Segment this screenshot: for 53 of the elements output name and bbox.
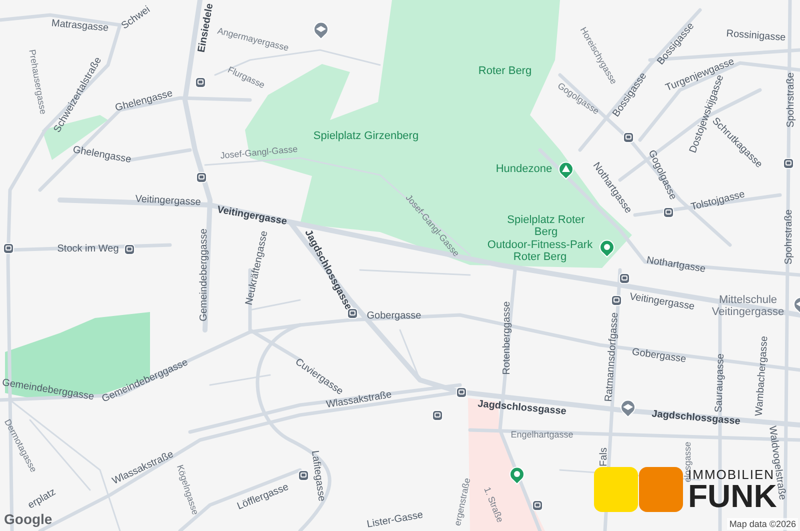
street-label: Josef-Gangl-Gasse (220, 142, 298, 163)
street-label: Einsiedele (195, 2, 217, 54)
street-label: Stock im Weg (57, 242, 119, 256)
place-label: Outdoor-Fitness-Park Roter Berg (486, 239, 594, 263)
place-label: Mittelschule Veitingergasse (710, 294, 786, 318)
place-label: Spielplatz Girzenberg (313, 130, 419, 142)
street-label: Nothartgasse (645, 254, 707, 278)
street-label: Jagdschlossgasse (477, 398, 567, 420)
school-pin-icon[interactable] (313, 21, 329, 40)
street-label: ergenstraße (451, 476, 474, 528)
place-label: Roter Berg (478, 65, 532, 77)
street-label: Fals (598, 448, 610, 466)
bus-stop-icon[interactable] (663, 207, 674, 218)
bus-stop-icon[interactable] (623, 132, 634, 143)
place-pin-icon[interactable] (509, 466, 525, 485)
google-logo: Google (4, 512, 52, 526)
attribution-text: Map data ©2026 (727, 518, 798, 530)
logo-square-icon (639, 467, 683, 512)
bus-stop-icon[interactable] (196, 172, 207, 183)
bus-stop-icon[interactable] (195, 77, 206, 88)
bus-stop-icon[interactable] (124, 244, 135, 255)
logo-square-icon (594, 467, 638, 512)
street-label: Rossinigasse (726, 27, 786, 46)
street-label: Lister-Gasse (366, 508, 424, 531)
place-pin-icon[interactable] (599, 239, 615, 258)
school-pin-icon[interactable] (620, 399, 636, 418)
bus-stop-icon[interactable] (611, 295, 622, 306)
street-label: Gobergasse (366, 310, 422, 324)
street-label: Engelhartgasse (510, 428, 574, 442)
bus-stop-icon[interactable] (298, 470, 309, 481)
street-label: Ratmannsdorfgasse (602, 312, 622, 402)
place-label: Hundezone (496, 163, 552, 175)
street-label: Ghelengasse (72, 143, 132, 168)
street-label: Spohrstraße (782, 209, 796, 265)
bus-stop-icon[interactable] (456, 387, 467, 398)
bus-stop-icon[interactable] (347, 308, 358, 319)
bus-stop-icon[interactable] (619, 273, 630, 284)
tree-pin-icon[interactable] (558, 161, 574, 180)
bus-stop-icon[interactable] (432, 410, 443, 421)
street-label: Gobergasse (630, 346, 688, 368)
street-label: Veitingergasse (134, 192, 202, 210)
street-label: Matrasgasse (50, 17, 110, 36)
street-label: Wambachergasse (752, 335, 772, 417)
street-label: Lafitegasse (308, 450, 328, 502)
bus-stop-icon[interactable] (532, 500, 543, 511)
street-label: Spohrstraße (784, 72, 798, 128)
street-label: Rotenberggasse (500, 301, 514, 375)
street-label: Gemeindeberggasse (198, 228, 210, 322)
bus-stop-icon[interactable] (783, 158, 794, 169)
place-label: Spielplatz Roter Berg (506, 214, 586, 238)
bus-stop-icon[interactable] (3, 243, 14, 254)
street-label: 1. Straße (481, 485, 506, 525)
street-label: Veitingergasse (628, 290, 696, 315)
